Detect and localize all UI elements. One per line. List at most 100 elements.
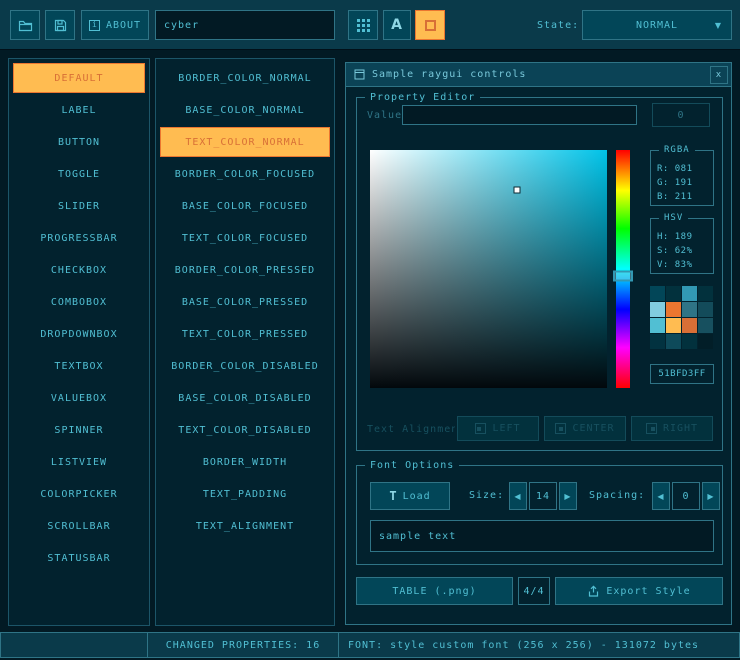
sample-text-input[interactable] xyxy=(370,520,714,552)
properties-list-item[interactable]: BASE_COLOR_PRESSED xyxy=(160,287,330,317)
color-swatch[interactable] xyxy=(682,302,697,317)
square-icon xyxy=(425,20,436,31)
color-swatch[interactable] xyxy=(682,286,697,301)
align-left-button[interactable]: LEFT xyxy=(457,416,539,441)
controls-list-item[interactable]: CHECKBOX xyxy=(13,255,145,285)
hue-slider-handle[interactable] xyxy=(613,271,633,282)
properties-list-item[interactable]: TEXT_COLOR_FOCUSED xyxy=(160,223,330,253)
align-right-label: RIGHT xyxy=(663,423,698,434)
style-name-input[interactable] xyxy=(155,10,335,40)
color-swatch[interactable] xyxy=(682,318,697,333)
hex-color-value[interactable]: 51BFD3FF xyxy=(650,364,714,384)
color-swatch[interactable] xyxy=(698,302,713,317)
color-picker-area[interactable] xyxy=(370,150,607,388)
spacing-value[interactable]: 0 xyxy=(672,482,700,510)
properties-list-item[interactable]: BASE_COLOR_FOCUSED xyxy=(160,191,330,221)
rgba-red-value: R: 081 xyxy=(651,162,713,176)
hue-slider[interactable] xyxy=(616,150,630,388)
rgba-blue-value: B: 211 xyxy=(651,190,713,204)
left-arrow-icon: ◀ xyxy=(514,492,521,501)
value-input[interactable] xyxy=(402,105,637,125)
align-right-icon xyxy=(646,423,657,434)
save-style-button[interactable] xyxy=(45,10,75,40)
controls-list-item[interactable]: BUTTON xyxy=(13,127,145,157)
text-alignment-label: Text Alignment xyxy=(367,424,455,435)
controls-list-item[interactable]: SLIDER xyxy=(13,191,145,221)
color-swatch[interactable] xyxy=(650,334,665,349)
properties-list-item[interactable]: BORDER_COLOR_NORMAL xyxy=(160,63,330,93)
properties-list-item[interactable]: BORDER_COLOR_DISABLED xyxy=(160,351,330,381)
letter-t-icon: T xyxy=(389,489,396,503)
properties-list-item[interactable]: TEXT_ALIGNMENT xyxy=(160,511,330,541)
status-font-info: FONT: style custom font (256 x 256) - 13… xyxy=(338,632,740,658)
color-swatch[interactable] xyxy=(650,286,665,301)
controls-list-item[interactable]: LISTVIEW xyxy=(13,447,145,477)
font-options-group: Font Options T Load Size: ◀ 14 ▶ Spacing… xyxy=(356,465,723,565)
properties-list-item[interactable]: TEXT_COLOR_PRESSED xyxy=(160,319,330,349)
spacing-label: Spacing: xyxy=(589,490,645,501)
color-picker-cursor[interactable] xyxy=(513,187,520,194)
color-swatch[interactable] xyxy=(698,318,713,333)
state-dropdown[interactable]: NORMAL ▼ xyxy=(582,10,732,40)
properties-list-item[interactable]: BORDER_COLOR_FOCUSED xyxy=(160,159,330,189)
properties-list-item[interactable]: BORDER_COLOR_PRESSED xyxy=(160,255,330,285)
controls-list-item[interactable]: DEFAULT xyxy=(13,63,145,93)
color-swatch[interactable] xyxy=(650,318,665,333)
color-swatch[interactable] xyxy=(666,302,681,317)
info-icon: i xyxy=(89,20,100,31)
properties-list-item[interactable]: BORDER_WIDTH xyxy=(160,447,330,477)
align-right-button[interactable]: RIGHT xyxy=(631,416,713,441)
properties-list-item[interactable]: TEXT_COLOR_DISABLED xyxy=(160,415,330,445)
spacing-increase-button[interactable]: ▶ xyxy=(702,482,720,510)
about-button[interactable]: i ABOUT xyxy=(81,10,149,40)
align-center-button[interactable]: CENTER xyxy=(544,416,626,441)
properties-list-item[interactable]: BASE_COLOR_NORMAL xyxy=(160,95,330,125)
load-style-button[interactable] xyxy=(10,10,40,40)
align-left-label: LEFT xyxy=(492,423,520,434)
color-swatch[interactable] xyxy=(666,286,681,301)
controls-list-item[interactable]: SCROLLBAR xyxy=(13,511,145,541)
controls-list-item[interactable]: SPINNER xyxy=(13,415,145,445)
controls-list-item[interactable]: DROPDOWNBOX xyxy=(13,319,145,349)
size-increase-button[interactable]: ▶ xyxy=(559,482,577,510)
controls-list-item[interactable]: STATUSBAR xyxy=(13,543,145,573)
table-page-counter: 4/4 xyxy=(518,577,550,605)
style-table-button[interactable] xyxy=(348,10,378,40)
export-style-button[interactable]: Export Style xyxy=(555,577,723,605)
properties-list-item[interactable]: BASE_COLOR_DISABLED xyxy=(160,383,330,413)
color-swatch[interactable] xyxy=(698,286,713,301)
style-color-palette xyxy=(650,286,714,349)
color-swatch[interactable] xyxy=(650,302,665,317)
rgba-group: RGBA R: 081 G: 191 B: 211 xyxy=(650,150,714,206)
load-font-button[interactable]: T Load xyxy=(370,482,450,510)
color-swatch[interactable] xyxy=(698,334,713,349)
value-spinner[interactable]: 0 xyxy=(652,103,710,127)
controls-list-item[interactable]: TOGGLE xyxy=(13,159,145,189)
controls-list-item[interactable]: PROGRESSBAR xyxy=(13,223,145,253)
controls-list-item[interactable]: COMBOBOX xyxy=(13,287,145,317)
toolbar: i ABOUT A State: NORMAL ▼ xyxy=(0,0,740,50)
spacing-decrease-button[interactable]: ◀ xyxy=(652,482,670,510)
controls-list-item[interactable]: LABEL xyxy=(13,95,145,125)
color-swatch[interactable] xyxy=(682,334,697,349)
color-edit-mode-button[interactable] xyxy=(415,10,445,40)
table-png-button[interactable]: TABLE (.png) xyxy=(356,577,513,605)
properties-list-item[interactable]: TEXT_PADDING xyxy=(160,479,330,509)
font-atlas-button[interactable]: A xyxy=(383,10,411,40)
color-swatch[interactable] xyxy=(666,334,681,349)
right-arrow-icon: ▶ xyxy=(707,492,714,501)
size-value[interactable]: 14 xyxy=(529,482,557,510)
properties-list-item[interactable]: TEXT_COLOR_NORMAL xyxy=(160,127,330,157)
controls-list-item[interactable]: VALUEBOX xyxy=(13,383,145,413)
size-decrease-button[interactable]: ◀ xyxy=(509,482,527,510)
state-label: State: xyxy=(537,20,579,31)
color-swatch[interactable] xyxy=(666,318,681,333)
hsv-group: HSV H: 189 S: 62% V: 83% xyxy=(650,218,714,274)
right-arrow-icon: ▶ xyxy=(564,492,571,501)
about-label: ABOUT xyxy=(106,20,141,31)
controls-list-item[interactable]: COLORPICKER xyxy=(13,479,145,509)
close-button[interactable]: x xyxy=(710,66,728,84)
size-label: Size: xyxy=(469,490,504,501)
controls-list-item[interactable]: TEXTBOX xyxy=(13,351,145,381)
panel-title: Sample raygui controls xyxy=(372,69,526,80)
